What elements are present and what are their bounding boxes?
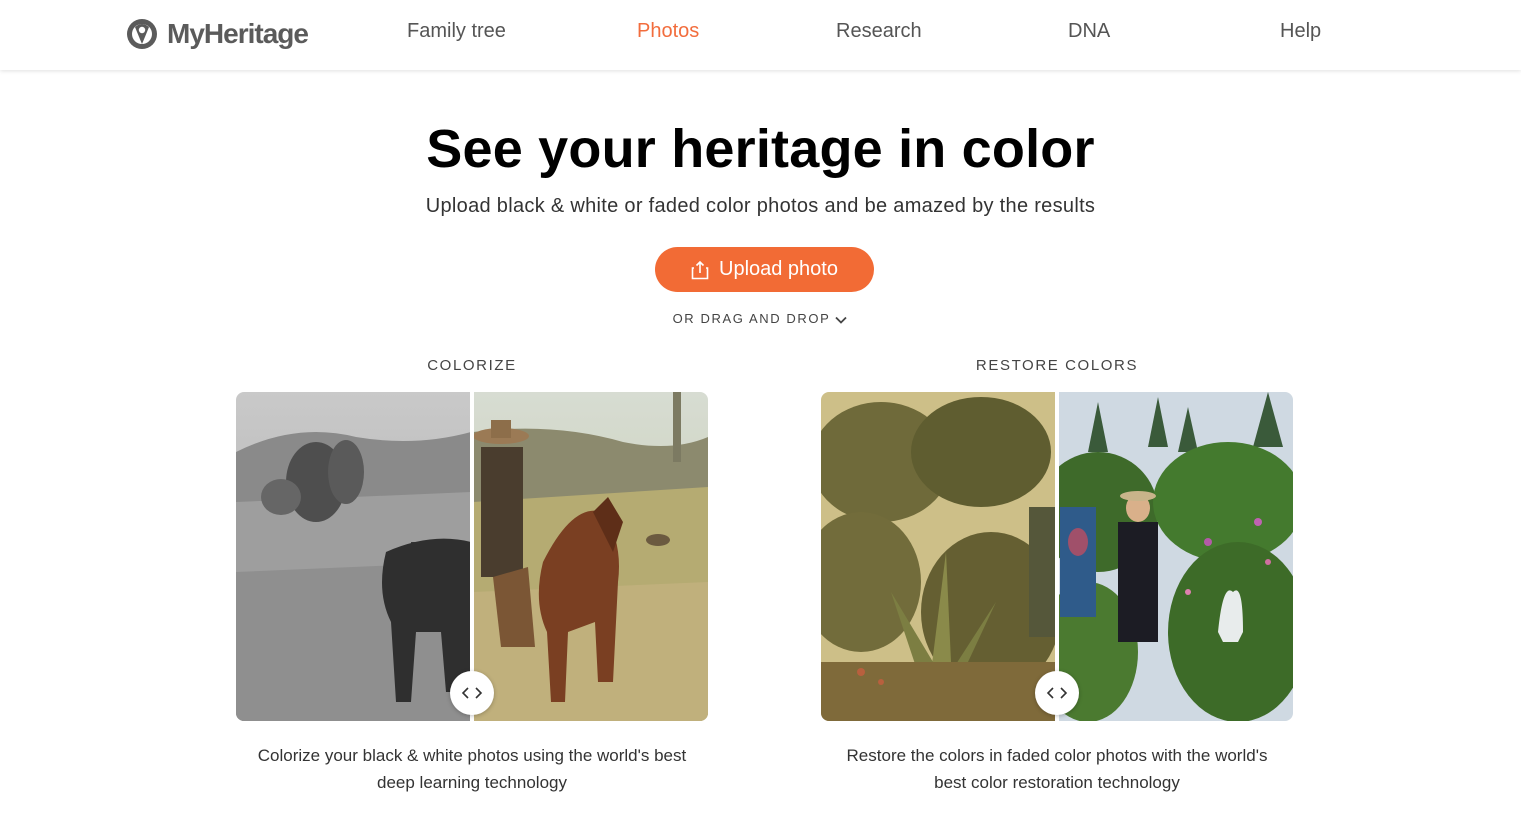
colorize-slider-handle[interactable] (450, 671, 494, 715)
logo-wordmark: MyHeritage (167, 18, 309, 49)
colorize-description-line-1: Colorize your black & white photos using… (257, 746, 687, 765)
myheritage-logo-icon (127, 19, 157, 49)
colorize-after-image (473, 392, 708, 721)
chevron-left-right-icon (461, 687, 483, 699)
page-title: See your heritage in color (426, 119, 1095, 179)
nav-research[interactable]: Research (836, 20, 922, 43)
drag-and-drop-toggle[interactable]: OR DRAG AND DROP (0, 311, 1521, 326)
myheritage-logo[interactable]: MyHeritage (123, 16, 309, 52)
restore-after-image (1058, 392, 1293, 721)
upload-photo-label: Upload photo (719, 258, 838, 280)
restore-before-image (821, 392, 1056, 721)
upload-icon (691, 260, 709, 279)
colorize-compare-slider[interactable] (236, 392, 708, 721)
chevron-down-icon (835, 316, 848, 324)
drag-and-drop-label: OR DRAG AND DROP (672, 311, 831, 326)
restore-compare-slider[interactable] (821, 392, 1293, 721)
nav-dna[interactable]: DNA (1068, 20, 1110, 43)
restore-description-line-2: best color restoration technology (934, 773, 1180, 792)
nav-family-tree[interactable]: Family tree (407, 20, 506, 43)
restore-colors-label: RESTORE COLORS (975, 357, 1139, 374)
chevron-left-right-icon (1046, 687, 1068, 699)
restore-description-line-1: Restore the colors in faded color photos… (846, 746, 1268, 765)
colorize-label: COLORIZE (427, 357, 517, 374)
nav-photos[interactable]: Photos (637, 20, 699, 43)
colorize-description-line-2: deep learning technology (377, 773, 567, 792)
nav-help[interactable]: Help (1280, 20, 1321, 43)
upload-photo-button[interactable]: Upload photo (655, 247, 874, 292)
top-navigation-bar: MyHeritage Family tree Photos Research D… (0, 0, 1521, 70)
colorize-before-image (236, 392, 471, 721)
page-subtitle: Upload black & white or faded color phot… (425, 195, 1096, 217)
restore-description: Restore the colors in faded color photos… (797, 742, 1317, 796)
restore-slider-handle[interactable] (1035, 671, 1079, 715)
colorize-description: Colorize your black & white photos using… (212, 742, 732, 796)
